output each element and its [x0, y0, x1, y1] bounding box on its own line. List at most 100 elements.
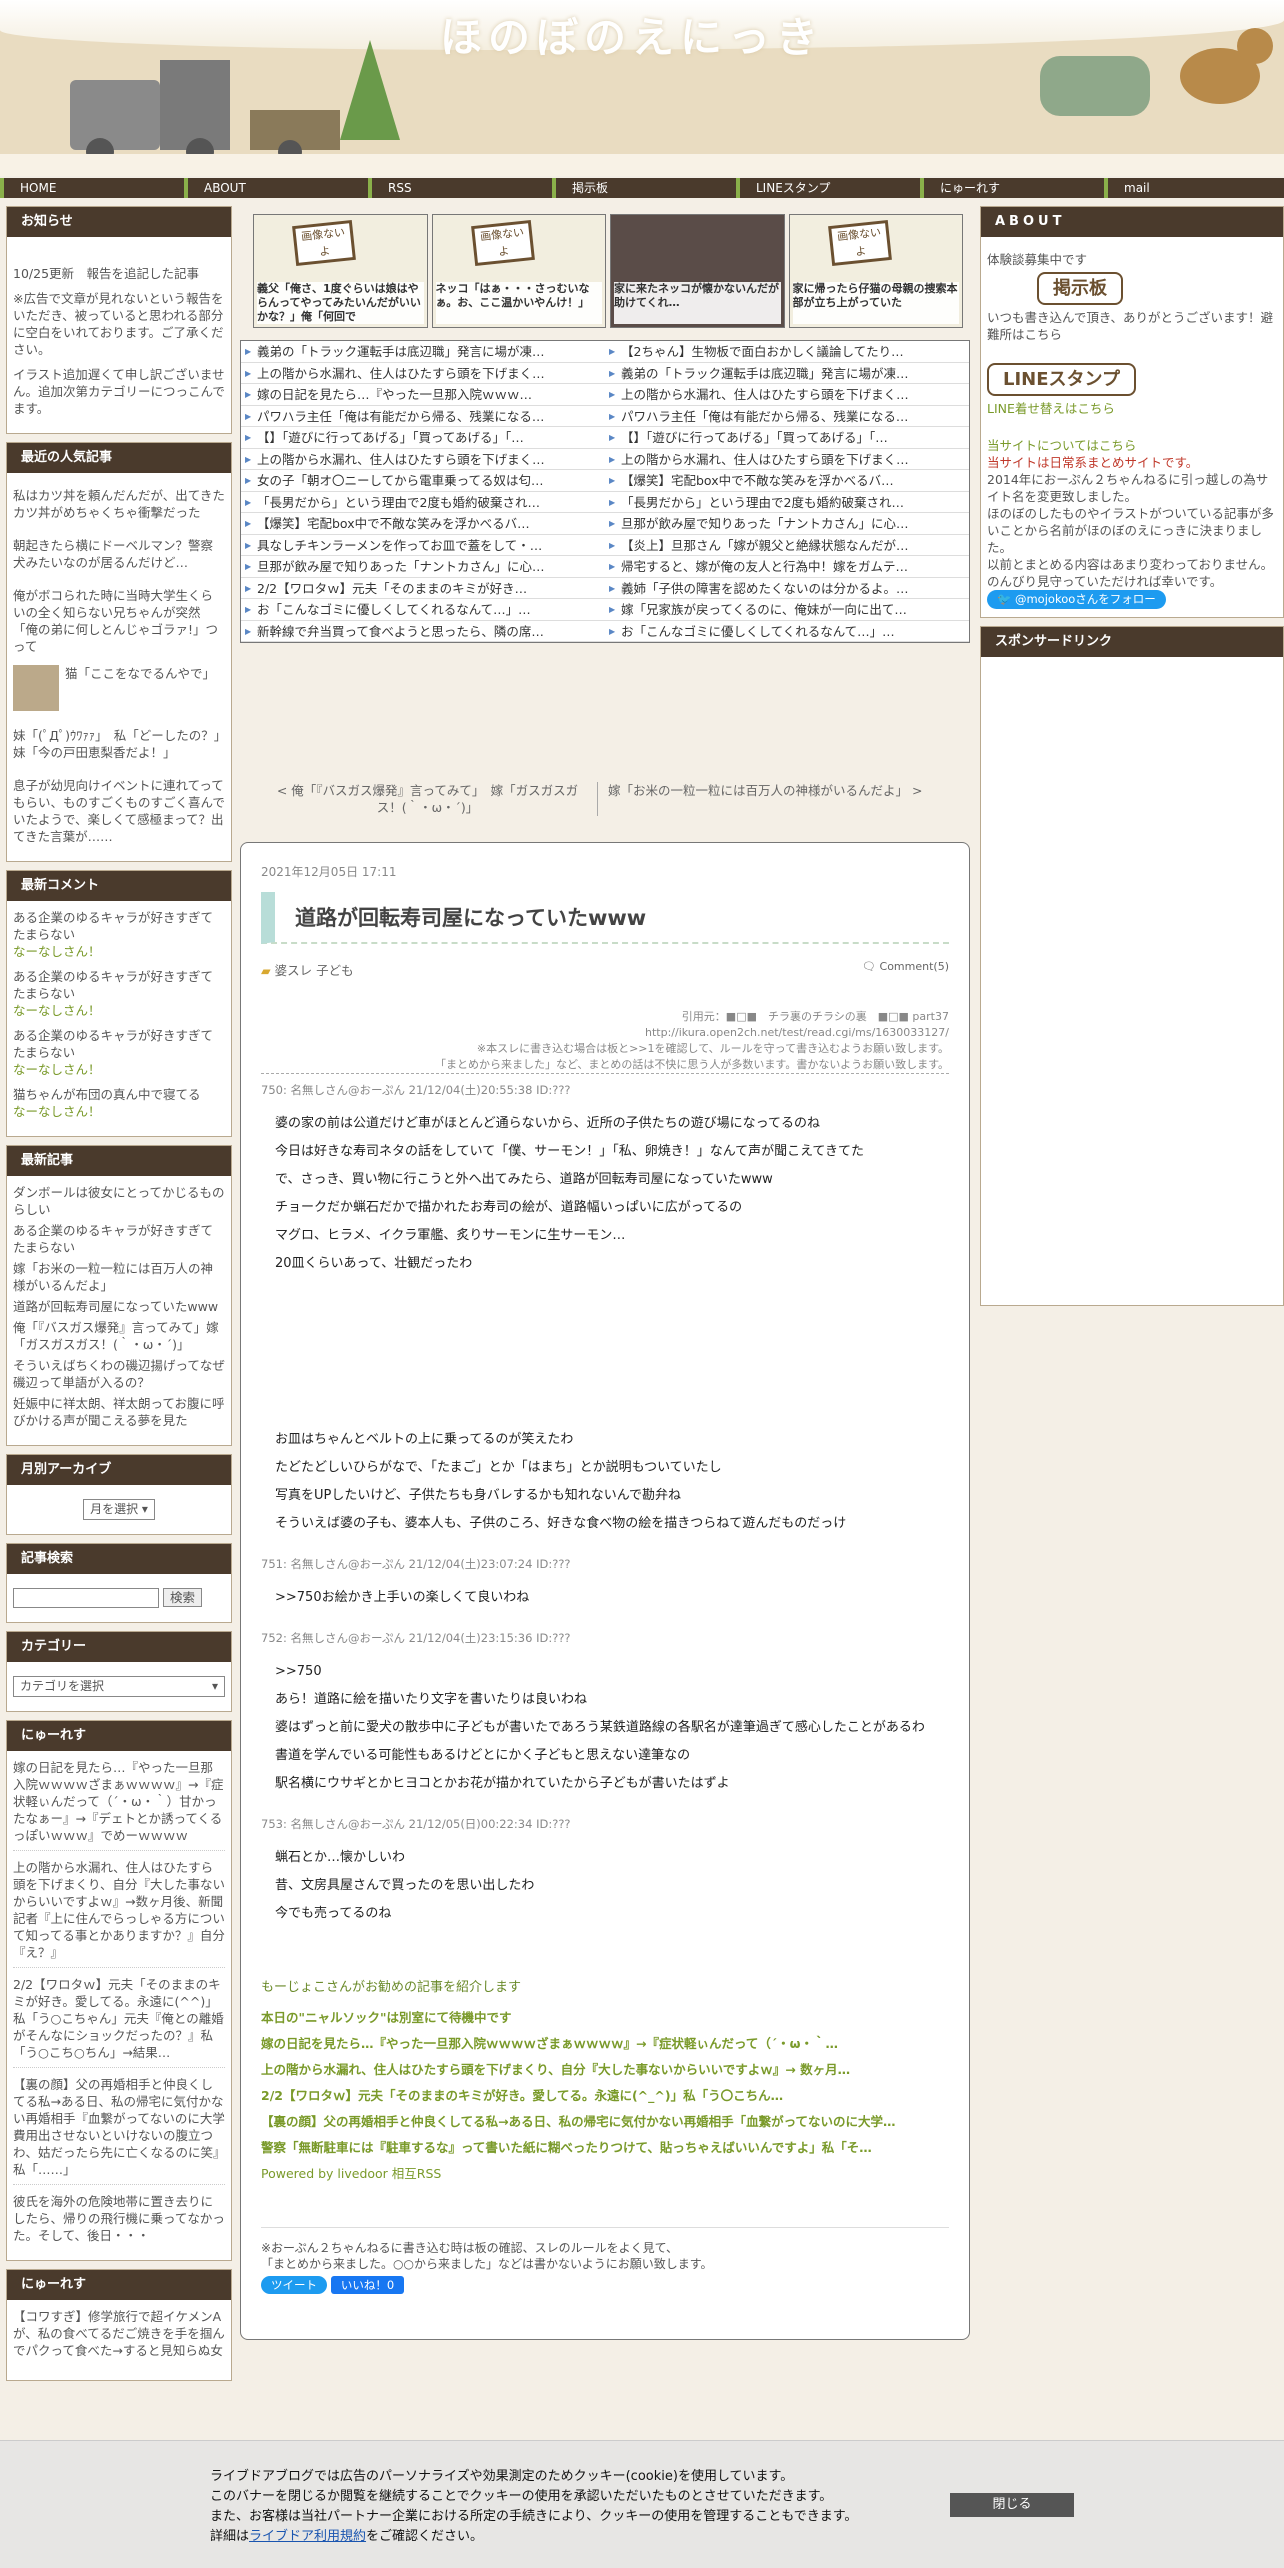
newres-item[interactable]: 【裏の顔】父の再婚相手と仲良くしてる私→ある日、私の帰宅に気付かない再婚相手『血…: [13, 2076, 225, 2185]
related-link[interactable]: 義弟の「トラック運転手は底辺職」発言に場が凍…: [241, 341, 605, 362]
link-row: 上の階から水漏れ、住人はひたすら頭を下げまく…上の階から水漏れ、住人はひたすら頭…: [241, 449, 969, 470]
line-stamp-banner[interactable]: LINEスタンプ: [987, 363, 1136, 396]
related-link[interactable]: 旦那が飲み屋で知りあった「ナントカさん」に心…: [605, 513, 969, 534]
related-link[interactable]: 【炎上】旦那さん「嫁が親父と絶縁状態なんだが…: [605, 535, 969, 556]
latest-item[interactable]: 嫁「お米の一粒一粒には百万人の神様がいるんだよ」: [13, 1260, 225, 1294]
thumb-card[interactable]: 家に来たネッコが懐かないんだが助けてくれ…: [610, 214, 785, 328]
related-link[interactable]: 具なしチキンラーメンを作ってお皿で蓋をして・…: [241, 535, 605, 556]
nav-newres[interactable]: にゅーれす: [920, 178, 1104, 198]
related-link[interactable]: 旦那が飲み屋で知りあった「ナントカさん」に心…: [241, 556, 605, 577]
related-link[interactable]: 【】「遊びに行ってあげる」「買ってあげる」「…: [605, 427, 969, 448]
like-button[interactable]: いいね！0: [330, 2276, 405, 2294]
response-body: 婆の家の前は公道だけど車がほとんど通らないから、近所の子供たちの遊び場になってる…: [275, 1110, 949, 1538]
thumb-caption[interactable]: 義父「俺さ、1度ぐらいは娘はやらんってやってみたいんだがいいかな？」俺「何回で: [257, 282, 424, 324]
nav-line-stamp[interactable]: LINEスタンプ: [736, 178, 920, 198]
popular-item[interactable]: 息子が幼児向けイベントに連れてってもらい、ものすごくものすごく喜んでいたようで、…: [13, 777, 225, 845]
newres-item[interactable]: 上の階から水漏れ、住人はひたすら頭を下げまくり、自分『大した事ないからいいですよ…: [13, 1859, 225, 1968]
related-link[interactable]: 女の子「朝オ〇ニーしてから電車乗ってる奴は匂…: [241, 470, 605, 491]
follow-button[interactable]: 🐦 @mojokooさんをフォロー: [987, 590, 1166, 609]
source-url[interactable]: http://ikura.open2ch.net/test/read.cgi/m…: [261, 1025, 949, 1041]
related-link[interactable]: お「こんなゴミに優しくしてくれるなんて…」…: [241, 599, 605, 620]
thumb-caption[interactable]: ネッコ「はぁ・・・さっむいなぁ。お、ここ温かいやんけ！」: [435, 282, 602, 324]
nav-mail[interactable]: mail: [1104, 178, 1284, 198]
latest-item[interactable]: ダンボールは彼女にとってかじるものらしい: [13, 1184, 225, 1218]
article-categories[interactable]: 婆スレ 子ども: [275, 963, 354, 978]
related-link[interactable]: 「長男だから」という理由で2度も婚約破棄され…: [241, 492, 605, 513]
related-link[interactable]: 上の階から水漏れ、住人はひたすら頭を下げまく…: [605, 384, 969, 405]
related-link[interactable]: パワハラ主任「俺は有能だから帰る、残業になる…: [241, 406, 605, 427]
bbs-banner[interactable]: 掲示板: [1037, 272, 1123, 305]
popular-item[interactable]: 妹「(ﾟДﾟ)ｳﾜｧｧ」 私「どーしたの？」 妹「今の戸田恵梨香だよ！」: [13, 727, 233, 761]
nav-home[interactable]: HOME: [0, 178, 184, 198]
comments-link[interactable]: 🗨 Comment(5): [862, 960, 949, 973]
link-row: 【】「遊びに行ってあげる」「買ってあげる」「…【】「遊びに行ってあげる」「買って…: [241, 427, 969, 449]
about-site-link[interactable]: 当サイトについてはこちら: [987, 437, 1277, 454]
search-input[interactable]: [13, 1588, 159, 1608]
recommend-powered[interactable]: Powered by livedoor 相互RSS: [261, 2161, 949, 2187]
related-link[interactable]: 新幹線で弁当買って食べようと思ったら、隣の席…: [241, 621, 605, 642]
related-link[interactable]: お「こんなゴミに優しくしてくれるなんて…」…: [605, 621, 969, 642]
thumb-card[interactable]: 画像ないよ 家に帰ったら仔猫の母親の捜索本部が立ち上がっていた: [788, 214, 963, 328]
comment-article[interactable]: ある企業のゆるキャラが好きすぎてたまらない: [13, 910, 213, 942]
related-link[interactable]: 【】「遊びに行ってあげる」「買ってあげる」「…: [241, 427, 605, 448]
line-theme-link[interactable]: LINE着せ替えはこちら: [987, 400, 1277, 417]
related-link[interactable]: 2/2【ワロタｗ】元夫「そのままのキミが好き…: [241, 578, 605, 599]
newres-item[interactable]: 【コワすぎ】修学旅行で超イケメンAが、私の食べてるだご焼きを手を掴んでパクって食…: [13, 2308, 225, 2359]
thumb-card[interactable]: 画像ないよ ネッコ「はぁ・・・さっむいなぁ。お、ここ温かいやんけ！」: [431, 214, 606, 328]
popular-item[interactable]: 俺がボコられた時に当時大学生くらいの全く知らない兄ちゃんが突然「俺の弟に何しとん…: [13, 587, 225, 655]
nav-rss[interactable]: RSS: [368, 178, 552, 198]
nav-about[interactable]: ABOUT: [184, 178, 368, 198]
related-link[interactable]: 【爆笑】宅配box中で不敵な笑みを浮かべるバ…: [241, 513, 605, 534]
comment-article[interactable]: ある企業のゆるキャラが好きすぎてたまらない: [13, 969, 213, 1001]
newres-item[interactable]: 嫁の日記を見たら…『やった一旦那入院ｗｗｗｗざまぁｗｗｗｗ』→『症状軽ぃんだって…: [13, 1759, 225, 1851]
popular-item[interactable]: 猫「ここをなでるんやで」: [65, 665, 215, 711]
newres-item[interactable]: 2/2【ワロタｗ】元夫「そのままのキミが好き。愛してる。永遠に(^^)」私「う○…: [13, 1976, 225, 2068]
comment-article[interactable]: 猫ちゃんが布団の真ん中で寝てる: [13, 1087, 201, 1102]
recommend-item[interactable]: 2/2【ワロタｗ】元夫「そのままのキミが好き。愛してる。永遠に(^_^)」私「う…: [261, 2083, 949, 2109]
latest-item[interactable]: 道路が回転寿司屋になっていたwww: [13, 1298, 225, 1315]
related-link[interactable]: 【2ちゃん】生物板で面白おかしく議論してたり…: [605, 341, 969, 362]
terms-link[interactable]: ライブドア利用規約: [249, 2529, 366, 2544]
recommend-item[interactable]: 【裏の顔】父の再婚相手と仲良くしてる私→ある日、私の帰宅に気付かない再婚相手「血…: [261, 2109, 949, 2135]
article-title[interactable]: 道路が回転寿司屋になっていたwww: [261, 892, 949, 944]
recommend-item[interactable]: 本日の"ニャルソック"は別室にて待機中です: [261, 2005, 949, 2031]
cookie-close-button[interactable]: 閉じる: [950, 2493, 1074, 2517]
site-title[interactable]: ほのぼのえにっき: [440, 4, 824, 65]
archive-select[interactable]: 月を選択 ▾: [83, 1499, 155, 1520]
related-link[interactable]: 義姉「子供の障害を認めたくないのは分かるよ。…: [605, 578, 969, 599]
notice-updated-link[interactable]: 10/25更新 報告を追記した記事: [13, 266, 199, 281]
related-link[interactable]: 義弟の「トラック運転手は底辺職」発言に場が凍…: [605, 363, 969, 384]
recommend-item[interactable]: 嫁の日記を見たら…『やった一旦那入院ｗｗｗｗざまぁｗｗｗｗ』→『症状軽ぃんだって…: [261, 2031, 949, 2057]
thumb-caption[interactable]: 家に来たネッコが懐かないんだが助けてくれ…: [614, 282, 781, 324]
tweet-button[interactable]: ツイート: [261, 2276, 327, 2294]
popular-item[interactable]: 朝起きたら横にドーベルマン？警察犬みたいなのが居るんだけど…: [13, 537, 225, 571]
related-link[interactable]: 上の階から水漏れ、住人はひたすら頭を下げまく…: [241, 449, 605, 470]
related-link[interactable]: 上の階から水漏れ、住人はひたすら頭を下げまく…: [605, 449, 969, 470]
thumb-card[interactable]: 画像ないよ 義父「俺さ、1度ぐらいは娘はやらんってやってみたいんだがいいかな？」俺…: [253, 214, 428, 328]
search-button[interactable]: 検索: [162, 1587, 202, 1607]
related-link[interactable]: 「長男だから」という理由で2度も婚約破棄され…: [605, 492, 969, 513]
popular-item[interactable]: 私はカツ丼を頼んだんだが、出てきたカツ丼がめちゃくちゃ衝撃だった: [13, 487, 225, 521]
recommend-item[interactable]: 上の階から水漏れ、住人はひたすら頭を下げまくり、自分『大した事ないからいいですよ…: [261, 2057, 949, 2083]
about-text[interactable]: いつも書き込んで頂き、ありがとうございます！避難所はこちら: [987, 309, 1277, 343]
prev-article-link[interactable]: < 俺「『バスガス爆発』言ってみて」 嫁「ガスガスガス！(｀・ω・´)」: [258, 782, 598, 816]
latest-item[interactable]: 俺「『バスガス爆発』言ってみて」嫁「ガスガスガス！(｀・ω・´)」: [13, 1319, 225, 1353]
related-link[interactable]: 嫁の日記を見たら…『やった一旦那入院ｗｗｗ…: [241, 384, 605, 405]
latest-item[interactable]: ある企業のゆるキャラが好きすぎてたまらない: [13, 1222, 225, 1256]
related-link[interactable]: パワハラ主任「俺は有能だから帰る、残業になる…: [605, 406, 969, 427]
next-article-link[interactable]: 嫁「お米の一粒一粒には百万人の神様がいるんだよ」 >: [598, 782, 938, 816]
latest-item[interactable]: そういえばちくわの磯辺揚げってなぜ磯辺って単語が入るの？: [13, 1357, 225, 1391]
newres-item[interactable]: 彼氏を海外の危険地帯に置き去りにしたら、帰りの飛行機に乗ってなかった。そして、後…: [13, 2193, 225, 2244]
thumb-caption[interactable]: 家に帰ったら仔猫の母親の捜索本部が立ち上がっていた: [792, 282, 959, 324]
comment-article[interactable]: ある企業のゆるキャラが好きすぎてたまらない: [13, 1028, 213, 1060]
related-link[interactable]: 上の階から水漏れ、住人はひたすら頭を下げまく…: [241, 363, 605, 384]
latest-item[interactable]: 妊娠中に祥太朗、祥太朗ってお腹に呼びかける声が聞こえる夢を見た: [13, 1395, 225, 1429]
related-link[interactable]: 嫁「兄家族が戻ってくるのに、俺妹が一向に出て…: [605, 599, 969, 620]
recommend-item[interactable]: 警察「無断駐車には『駐車するな』って書いた紙に糊べったりつけて、貼っちゃえばいい…: [261, 2135, 949, 2161]
response-header: 753: 名無しさん@おーぷん 21/12/05(日)00:22:34 ID:?…: [261, 1817, 571, 1831]
popular-thumb[interactable]: [13, 665, 59, 711]
related-link[interactable]: 帰宅すると、嫁が俺の友人と行為中！嫁をガムテ…: [605, 556, 969, 577]
related-link[interactable]: 【爆笑】宅配box中で不敵な笑みを浮かべるバ…: [605, 470, 969, 491]
nav-bbs[interactable]: 掲示板: [552, 178, 736, 198]
category-select[interactable]: カテゴリを選択 ▾: [13, 1676, 225, 1697]
